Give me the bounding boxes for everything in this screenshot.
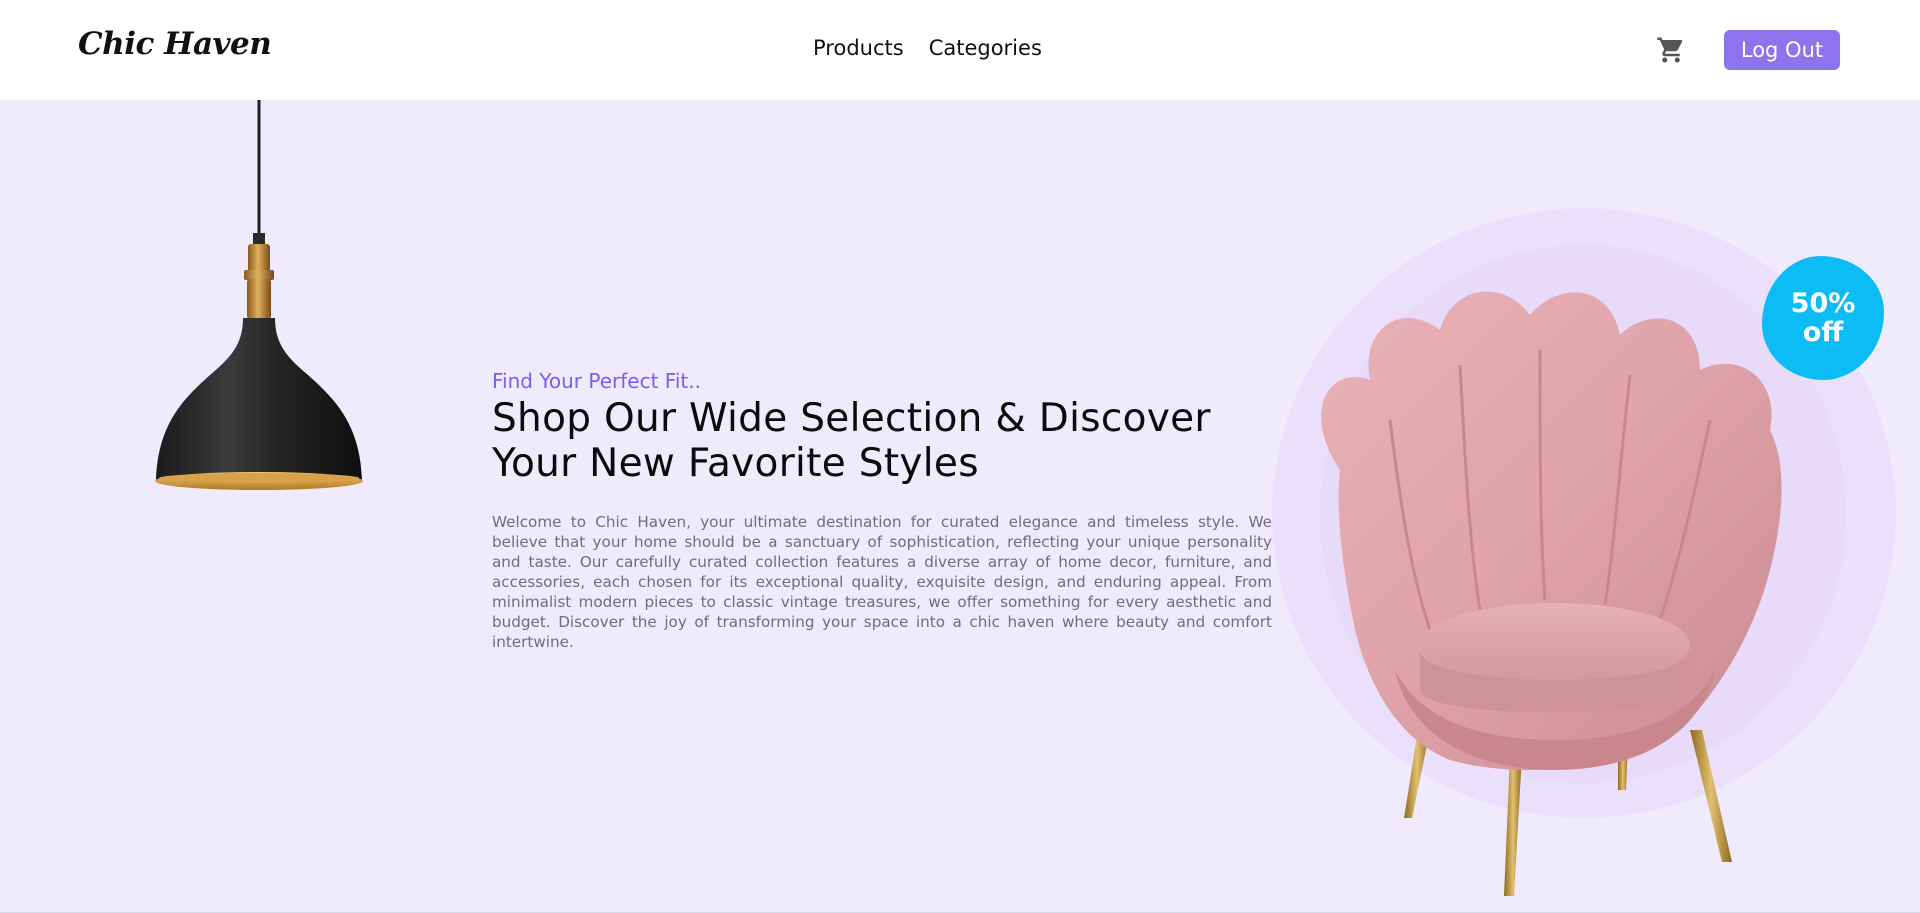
discount-badge-off: off xyxy=(1802,317,1844,348)
logo[interactable]: Chic Haven xyxy=(78,26,272,62)
hero-headline-line2: Your New Favorite Styles xyxy=(492,441,979,486)
logout-button[interactable]: Log Out xyxy=(1724,30,1840,70)
hero-headline: Shop Our Wide Selection & Discover Your … xyxy=(492,396,1272,486)
nav-products-link[interactable]: Products xyxy=(813,36,904,60)
shopping-cart-icon[interactable] xyxy=(1656,35,1686,65)
hero-headline-line1: Shop Our Wide Selection & Discover xyxy=(492,396,1211,441)
discount-badge-percent: 50% xyxy=(1790,288,1856,319)
main-nav: Products Categories xyxy=(813,36,1042,60)
hero-text: Find Your Perfect Fit.. Shop Our Wide Se… xyxy=(492,368,1272,652)
discount-badge: 50% off xyxy=(1762,256,1884,380)
nav-categories-link[interactable]: Categories xyxy=(929,36,1042,60)
pendant-lamp-image xyxy=(155,100,363,490)
hero-section: Find Your Perfect Fit.. Shop Our Wide Se… xyxy=(0,100,1920,913)
hero-description: Welcome to Chic Haven, your ultimate des… xyxy=(492,513,1272,651)
site-header: Chic Haven Products Categories Log Out xyxy=(0,0,1920,100)
hero-tagline: Find Your Perfect Fit.. xyxy=(492,369,701,393)
pink-armchair-image xyxy=(1321,291,1782,896)
